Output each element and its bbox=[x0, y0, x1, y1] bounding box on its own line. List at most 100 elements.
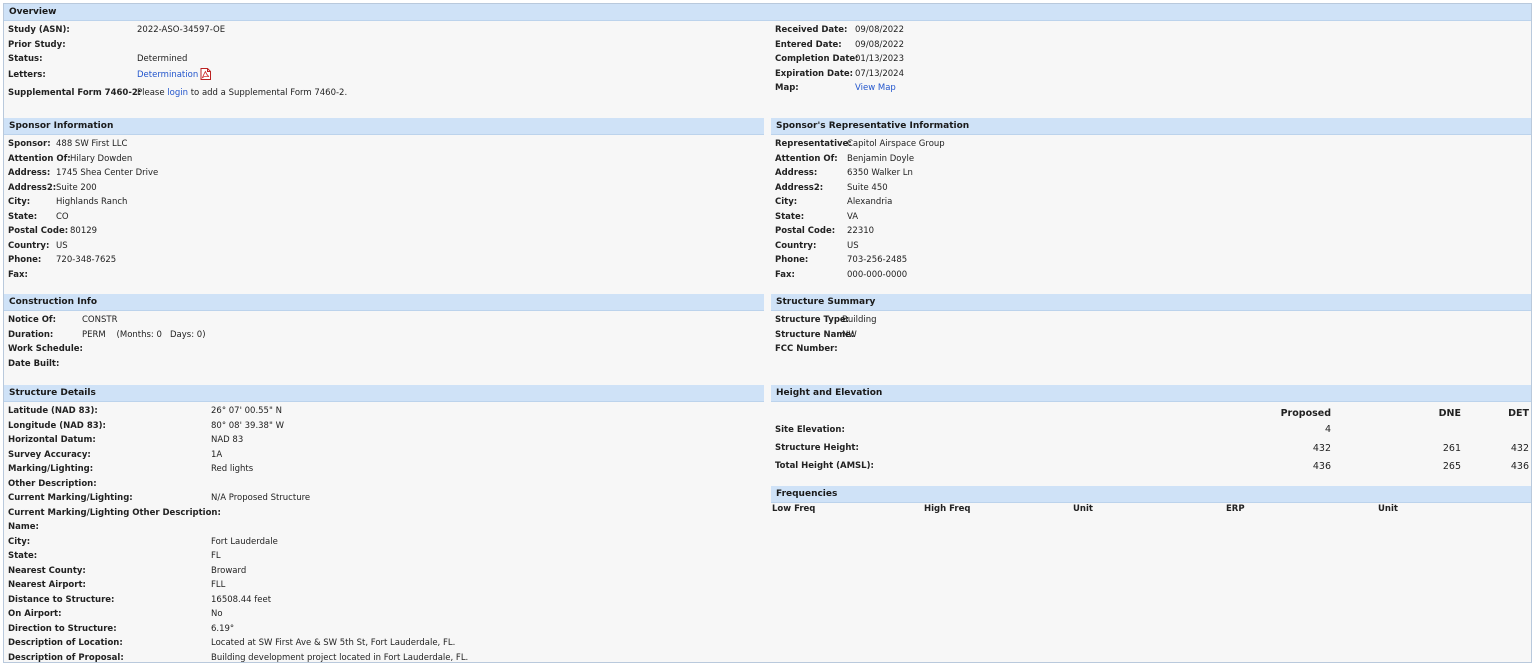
details-label: State: bbox=[8, 551, 38, 561]
details-value: 80° 08' 39.38" W bbox=[211, 420, 284, 431]
sponsor-header: Sponsor Information bbox=[4, 118, 764, 135]
details-value: 16508.44 feet bbox=[211, 594, 272, 605]
details-value: 26° 07' 00.55" N bbox=[211, 406, 282, 416]
summary-label: Structure Type: bbox=[775, 315, 850, 325]
study-row: Study (ASN): 2022-ASO-34597-OE bbox=[4, 23, 764, 38]
study-value: 2022-ASO-34597-OE bbox=[137, 25, 226, 35]
representative-row: City: Alexandria bbox=[771, 195, 1531, 210]
sponsor-value: 80129 bbox=[70, 226, 98, 236]
summary-label: FCC Number: bbox=[775, 344, 838, 354]
freq-col-high: High Freq bbox=[924, 504, 971, 514]
details-row: Latitude (NAD 83): 26° 07' 00.55" N bbox=[4, 404, 764, 419]
details-row: Nearest County: Broward bbox=[4, 564, 764, 579]
details-value: Red lights bbox=[211, 464, 254, 474]
total-height-label: Total Height (AMSL): bbox=[775, 461, 874, 471]
sponsor-value: Highlands Ranch bbox=[56, 197, 128, 207]
construction-row: Work Schedule: bbox=[4, 342, 764, 357]
representative-label: Address: bbox=[775, 168, 818, 178]
sponsor-row: Attention Of: Hilary Dowden bbox=[4, 152, 764, 167]
completion-row: Completion Date: 01/13/2023 bbox=[771, 52, 1531, 67]
completion-label: Completion Date: bbox=[775, 54, 859, 64]
sponsor-value: Hilary Dowden bbox=[70, 153, 133, 164]
col-proposed-header: Proposed bbox=[1280, 408, 1331, 419]
representative-row: Representative: Capitol Airspace Group bbox=[771, 137, 1531, 152]
structure-summary-rows: Structure Type: Building Structure Name: N… bbox=[771, 311, 1531, 357]
pdf-icon[interactable] bbox=[200, 67, 212, 80]
details-label: Survey Accuracy: bbox=[8, 449, 91, 460]
sponsor-label: State: bbox=[8, 211, 38, 222]
representative-rows: Representative: Capitol Airspace Group At… bbox=[771, 135, 1531, 282]
expiration-row: Expiration Date: 07/13/2024 bbox=[771, 67, 1531, 82]
login-link[interactable]: login bbox=[167, 88, 188, 98]
sponsor-row: Address: 1745 Shea Center Drive bbox=[4, 166, 764, 181]
freq-col-unit-2: Unit bbox=[1378, 504, 1398, 514]
representative-value: 22310 bbox=[847, 226, 875, 236]
total-height-det: 436 bbox=[1510, 461, 1529, 472]
status-value: Determined bbox=[137, 54, 188, 64]
representative-value: 6350 Walker Ln bbox=[847, 168, 913, 178]
prior-study-label: Prior Study: bbox=[8, 39, 66, 50]
entered-label: Entered Date: bbox=[775, 39, 842, 50]
details-row: Description of Proposal: Building develop… bbox=[4, 651, 764, 666]
representative-label: Postal Code: bbox=[775, 226, 836, 236]
sponsor-label: Sponsor: bbox=[8, 139, 51, 149]
summary-value: NW bbox=[842, 329, 857, 340]
details-value: Located at SW First Ave & SW 5th St, For… bbox=[211, 638, 456, 648]
summary-row: Structure Type: Building bbox=[771, 313, 1531, 328]
representative-label: State: bbox=[775, 211, 805, 222]
letters-value: Determination bbox=[137, 67, 212, 84]
received-label: Received Date: bbox=[775, 25, 848, 35]
details-label: Direction to Structure: bbox=[8, 623, 117, 634]
details-value: FL bbox=[211, 551, 221, 561]
construction-label: Duration: bbox=[8, 329, 54, 340]
details-label: Other Description: bbox=[8, 478, 97, 489]
representative-value: Suite 450 bbox=[847, 182, 888, 193]
details-label: Distance to Structure: bbox=[8, 594, 115, 605]
freq-col-erp: ERP bbox=[1226, 504, 1245, 514]
details-label: Longitude (NAD 83): bbox=[8, 420, 106, 431]
details-row: Longitude (NAD 83): 80° 08' 39.38" W bbox=[4, 419, 764, 434]
sponsor-value: CO bbox=[56, 211, 69, 222]
status-label: Status: bbox=[8, 54, 43, 64]
sponsor-label: City: bbox=[8, 197, 31, 207]
sponsor-label: Country: bbox=[8, 240, 50, 251]
sponsor-label: Postal Code: bbox=[8, 226, 69, 236]
sponsor-section: Sponsor Information Sponsor: 488 SW First… bbox=[4, 118, 764, 282]
determination-link[interactable]: Determination bbox=[137, 70, 198, 80]
summary-value: Building bbox=[842, 315, 877, 325]
representative-value: 703-256-2485 bbox=[847, 255, 908, 265]
sponsor-row: Fax: bbox=[4, 268, 764, 283]
sponsor-row: Sponsor: 488 SW First LLC bbox=[4, 137, 764, 152]
received-value: 09/08/2022 bbox=[855, 25, 904, 35]
map-label: Map: bbox=[775, 83, 799, 93]
height-elevation-header: Height and Elevation bbox=[771, 385, 1531, 402]
structure-details-header: Structure Details bbox=[4, 385, 764, 402]
freq-col-unit: Unit bbox=[1073, 504, 1093, 514]
details-row: Distance to Structure: 16508.44 feet bbox=[4, 593, 764, 608]
entered-value: 09/08/2022 bbox=[855, 39, 904, 50]
details-label: Description of Location: bbox=[8, 638, 123, 648]
sponsor-value: 1745 Shea Center Drive bbox=[56, 168, 159, 178]
construction-row: Date Built: bbox=[4, 357, 764, 372]
expiration-label: Expiration Date: bbox=[775, 68, 854, 79]
view-map-link[interactable]: View Map bbox=[855, 81, 896, 96]
structure-height-proposed: 432 bbox=[1312, 443, 1331, 454]
representative-row: Address2: Suite 450 bbox=[771, 181, 1531, 196]
sponsor-row: Address2: Suite 200 bbox=[4, 181, 764, 196]
details-row: Current Marking/Lighting: N/A Proposed St… bbox=[4, 491, 764, 506]
sponsor-label: Fax: bbox=[8, 269, 28, 280]
prior-study-row: Prior Study: bbox=[4, 38, 764, 53]
representative-value: VA bbox=[847, 211, 859, 222]
sponsor-label: Phone: bbox=[8, 255, 42, 265]
height-elevation-section: Height and Elevation Proposed DNE DET Si… bbox=[771, 385, 1531, 477]
details-value: 6.19° bbox=[211, 623, 235, 634]
representative-header: Sponsor's Representative Information bbox=[771, 118, 1531, 135]
sponsor-value: 720-348-7625 bbox=[56, 255, 117, 265]
completion-value: 01/13/2023 bbox=[855, 54, 904, 64]
study-label: Study (ASN): bbox=[8, 25, 70, 35]
details-row: Description of Location: Located at SW Fi… bbox=[4, 636, 764, 651]
representative-row: Fax: 000-000-0000 bbox=[771, 268, 1531, 283]
letters-label: Letters: bbox=[8, 69, 46, 80]
main-panel: Overview Study (ASN): 2022-ASO-34597-OE … bbox=[3, 3, 1532, 663]
details-label: Horizontal Datum: bbox=[8, 435, 96, 445]
